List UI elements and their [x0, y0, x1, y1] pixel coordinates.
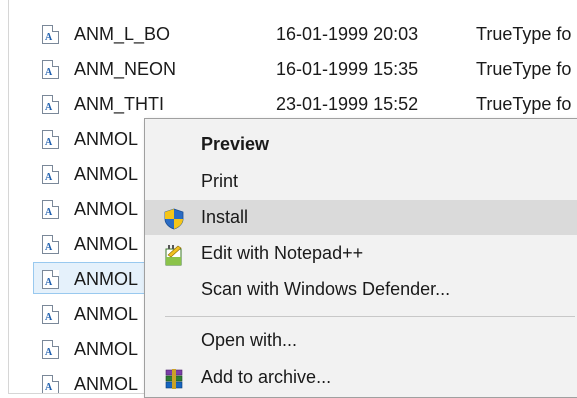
menu-separator: [165, 316, 575, 317]
font-file-icon: [42, 95, 59, 114]
menu-item-print[interactable]: Print: [145, 164, 577, 199]
font-file-icon: [42, 25, 59, 44]
menu-item-label: Install: [201, 207, 249, 227]
font-file-icon: [42, 375, 59, 393]
file-name: ANMOL: [74, 164, 139, 184]
file-type: TrueType fo: [476, 59, 572, 79]
file-row[interactable]: ANM_NEON 16-01-1999 15:35 TrueType fo: [33, 52, 577, 84]
menu-item-install[interactable]: Install: [145, 200, 577, 235]
file-name: ANM_THTI: [74, 94, 164, 114]
notepad-plus-plus-icon: [165, 245, 182, 266]
menu-item-label: Print: [201, 171, 239, 191]
file-row[interactable]: ANM_L_BO 16-01-1999 20:03 TrueType fo: [33, 17, 577, 49]
font-file-icon: [42, 235, 59, 254]
file-name: ANMOL: [74, 374, 139, 394]
font-file-icon: [42, 270, 59, 289]
menu-item-label: Add to archive...: [201, 367, 332, 387]
menu-item-edit-notepad[interactable]: Edit with Notepad++: [145, 236, 577, 271]
menu-item-preview[interactable]: Preview: [145, 127, 577, 162]
file-type: TrueType fo: [476, 24, 572, 44]
menu-item-label: Edit with Notepad++: [201, 243, 364, 263]
file-date: 23-01-1999 15:52: [276, 94, 419, 114]
uac-shield-icon: [164, 208, 184, 230]
file-name: ANMOL: [74, 304, 139, 324]
font-file-icon: [42, 305, 59, 324]
file-name: ANMOL: [74, 234, 139, 254]
file-name: ANM_L_BO: [74, 24, 171, 44]
file-row[interactable]: ANM_THTI 23-01-1999 15:52 TrueType fo: [33, 87, 577, 119]
font-file-icon: [42, 130, 59, 149]
file-name: ANMOL: [74, 199, 139, 219]
file-date: 16-01-1999 20:03: [276, 24, 419, 44]
winrar-archive-icon: [165, 369, 183, 389]
file-name: ANMOL: [74, 339, 139, 359]
menu-item-open-with[interactable]: Open with...: [145, 323, 577, 358]
file-type: TrueType fo: [476, 94, 572, 114]
file-date: 16-01-1999 15:35: [276, 59, 419, 79]
font-file-icon: [42, 200, 59, 219]
menu-item-label: Preview: [201, 134, 270, 154]
font-file-icon: [42, 60, 59, 79]
font-file-icon: [42, 340, 59, 359]
file-name: ANMOL: [74, 129, 139, 149]
font-file-icon: [42, 165, 59, 184]
context-menu: Preview Print Install Edit with Notepad+…: [144, 118, 577, 398]
menu-item-add-archive[interactable]: Add to archive...: [145, 360, 577, 395]
menu-item-scan-defender[interactable]: Scan with Windows Defender...: [145, 272, 577, 307]
menu-item-label: Scan with Windows Defender...: [201, 279, 451, 299]
menu-item-label: Open with...: [201, 330, 298, 350]
file-name: ANMOL: [74, 269, 139, 289]
file-name: ANM_NEON: [74, 59, 177, 79]
